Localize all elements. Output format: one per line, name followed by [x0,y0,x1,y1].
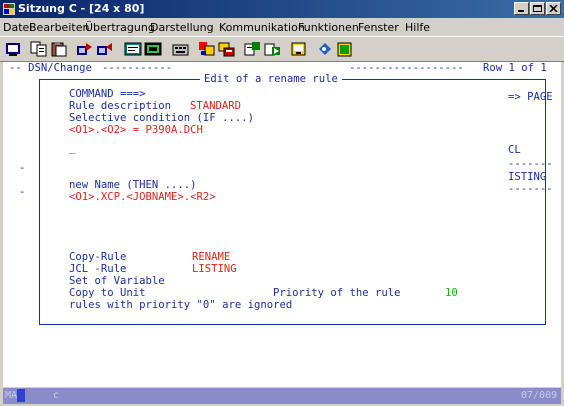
menu-fenster[interactable]: Fenster [358,21,399,34]
rule-description-label: Rule description [69,100,172,112]
priority-note: rules with priority "0" are ignored [69,299,293,311]
help-icon [319,43,331,55]
book-icon [337,42,352,57]
stop-record-button[interactable] [244,41,262,57]
help-button[interactable] [318,41,336,57]
toolbar [0,36,564,62]
priority-value[interactable]: 10 [445,287,458,299]
command-label: COMMAND ===> [69,88,146,100]
text-cursor: _ [69,142,76,154]
menu-hilfe[interactable]: Hilfe [405,21,430,34]
window-controls [514,2,561,15]
header-dashes-left: ----------- [102,62,173,74]
paste-icon [51,42,67,57]
book-button[interactable] [336,41,354,57]
menu-funktionen[interactable]: Funktionen [298,21,359,34]
selective-condition-value[interactable]: <O1>.<O2> = P390A.DCH [69,124,203,136]
menu-darstellung[interactable]: Darstellung [150,21,214,34]
close-button[interactable] [546,2,561,15]
maximize-button[interactable] [530,2,545,15]
status-cursor-position: 07/009 [521,390,558,401]
maximize-icon [533,5,542,12]
rename-rule-dialog: Edit of a rename rule COMMAND ===> Rule … [39,73,546,325]
title-bar: Sitzung C - [24 x 80] [0,0,564,18]
play-icon [264,43,280,56]
display-button[interactable] [124,41,142,57]
stop-record-icon [244,42,260,56]
receive-file-icon [97,43,112,55]
print-screen-button[interactable] [4,41,22,57]
print-screen-icon [6,43,20,56]
menu-datei[interactable]: Datei [3,21,32,34]
keyboard-map-icon [172,44,189,56]
app-icon [3,3,15,15]
terminal-screen[interactable]: -- DSN/Change ----------- --------------… [3,62,561,387]
window-title: Sitzung C - [24 x 80] [18,2,145,15]
rule-description-value[interactable]: STANDARD [190,100,241,112]
receive-file-button[interactable] [96,41,114,57]
start-record-button[interactable] [218,41,236,57]
close-icon [549,5,558,12]
left-marker-1: - [19,162,26,174]
menu-bearbeiten[interactable]: Bearbeiten [29,21,89,34]
copy-rule-label: Copy-Rule [69,251,127,263]
selective-condition-label: Selective condition (IF ....) [69,112,254,124]
connect-button[interactable] [290,41,308,57]
set-of-variable-label: Set of Variable [69,275,165,287]
dialog-title: Edit of a rename rule [200,73,342,85]
connect-icon [291,42,306,56]
menu-bar: Datei Bearbeiten Übertragung Darstellung… [0,18,564,36]
keyboard-map-button[interactable] [172,41,190,57]
new-name-value[interactable]: <O1>.XCP.<JOBNAME>.<R2> [69,191,216,203]
copy-button[interactable] [30,41,48,57]
status-session: c [53,390,60,401]
display-icon [124,42,142,56]
play-button[interactable] [264,41,282,57]
copy-icon [30,41,47,57]
left-marker-2: - [19,186,26,198]
new-name-label: new Name (THEN ....) [69,179,197,191]
minimize-icon [518,10,524,12]
minimize-button[interactable] [514,2,529,15]
status-cursor-block [17,389,25,402]
jcl-rule-value[interactable]: LISTING [192,263,237,275]
status-mode: MA [5,390,18,401]
macro-button[interactable] [144,41,162,57]
send-file-button[interactable] [76,41,94,57]
send-file-icon [77,43,92,55]
panel-header-left: -- DSN/Change [9,62,92,74]
menu-kommunikation[interactable]: Kommunikation [219,21,305,34]
copy-to-unit-label: Copy to Unit [69,287,146,299]
priority-label: Priority of the rule [273,287,401,299]
start-record-icon [218,42,235,57]
menu-uebertragung[interactable]: Übertragung [85,21,155,34]
status-bar: MA c 07/009 [3,388,561,404]
header-dashes-right: ------------------ [349,62,464,74]
copy-rule-value[interactable]: RENAME [192,251,230,263]
color-button[interactable] [198,41,216,57]
jcl-rule-label: JCL -Rule [69,263,127,275]
color-icon [199,42,215,56]
macro-icon [144,42,162,56]
paste-button[interactable] [50,41,68,57]
row-indicator: Row 1 of 1 [483,62,547,74]
